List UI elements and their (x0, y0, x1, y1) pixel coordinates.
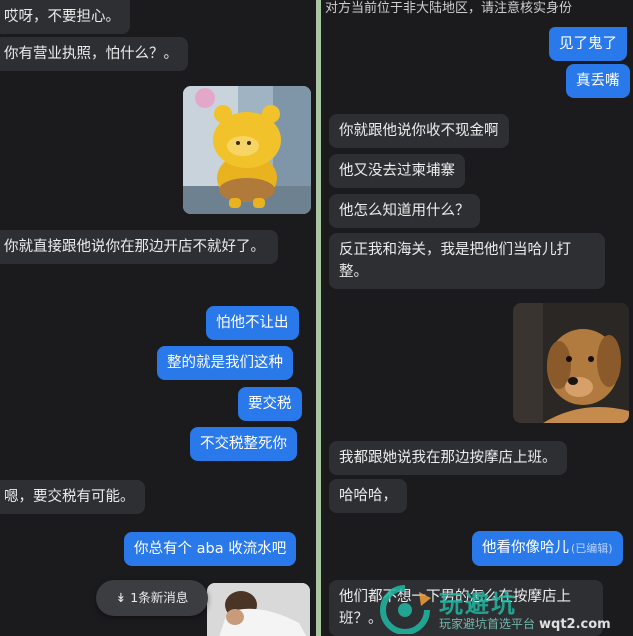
message-text: 他又没去过柬埔寨 (339, 163, 455, 179)
message-sent[interactable]: 他看你像哈儿 (已编辑) (472, 531, 623, 566)
message-text: 你就跟他说你收不现金啊 (339, 123, 499, 139)
watermark-url: wqt2.com (539, 617, 611, 632)
cartoon-bear-sticker[interactable] (183, 86, 311, 214)
new-messages-button[interactable]: ↡ 1条新消息 (96, 580, 208, 616)
message-received[interactable]: 你就直接跟他说你在那边开店不就好了。 (0, 230, 278, 264)
message-text: 哎呀，不要担心。 (4, 9, 120, 25)
message-received[interactable]: 他怎么知道用什么？ (329, 194, 480, 228)
person-illustration (207, 583, 310, 636)
message-text: 见了鬼了 (559, 36, 617, 52)
watermark-brand: 玩避坑 (439, 590, 517, 618)
site-watermark: 玩避坑 玩家避坑首选平台 wqt2.com (375, 584, 630, 634)
double-chevron-down-icon: ↡ (115, 590, 127, 605)
message-text: 嗯，要交税有可能。 (4, 489, 135, 505)
message-sent[interactable]: 整的就是我们这种 (157, 346, 293, 380)
message-received[interactable]: 哈哈哈， (329, 479, 407, 513)
message-received[interactable]: 反正我和海关，我是把他们当哈儿打整。 (329, 233, 605, 289)
dog-illustration (513, 303, 629, 423)
message-received[interactable]: 你就跟他说你收不现金啊 (329, 114, 509, 148)
message-received[interactable]: 他又没去过柬埔寨 (329, 154, 465, 188)
watermark-slogan: 玩家避坑首选平台 (439, 617, 536, 631)
message-text: 要交税 (248, 396, 292, 412)
message-received[interactable]: 我都跟她说我在那边按摩店上班。 (329, 441, 567, 475)
message-text: 你有营业执照，怕什么？。 (4, 46, 178, 62)
message-text: 你就直接跟他说你在那边开店不就好了。 (4, 239, 265, 255)
message-received[interactable]: 你有营业执照，怕什么？。 (0, 37, 188, 71)
watermark-slogan-line: 玩家避坑首选平台 wqt2.com (439, 615, 611, 632)
message-text: 反正我和海关，我是把他们当哈儿打整。 (339, 242, 571, 280)
message-text: 他怎么知道用什么？ (339, 203, 470, 219)
message-text: 哈哈哈， (339, 488, 397, 504)
message-sent[interactable]: 不交税整死你 (190, 427, 297, 461)
message-sent[interactable]: 要交税 (238, 387, 302, 421)
message-sent[interactable]: 见了鬼了 (549, 27, 627, 61)
message-sent[interactable]: 真丢嘴 (566, 64, 630, 98)
message-text: 你总有个 aba 收流水吧 (134, 541, 287, 557)
bear-illustration (183, 86, 311, 214)
left-chat-panel: 哎呀，不要担心。 你有营业执照，怕什么？。 你就直接跟他说你在那边开店不就好了。… (0, 0, 316, 636)
message-text: 他看你像哈儿 (482, 540, 569, 556)
message-sent[interactable]: 你总有个 aba 收流水吧 (124, 532, 297, 566)
edited-tag: (已编辑) (571, 542, 613, 555)
new-messages-label: 1条新消息 (130, 590, 189, 605)
message-text: 整的就是我们这种 (167, 355, 283, 371)
message-sent[interactable]: 怕他不让出 (206, 306, 299, 340)
brand-logo-icon (380, 585, 431, 634)
person-photo-sticker[interactable] (207, 583, 310, 636)
message-text: 不交税整死你 (200, 436, 287, 452)
message-received[interactable]: 嗯，要交税有可能。 (0, 480, 145, 514)
message-text: 我都跟她说我在那边按摩店上班。 (339, 450, 557, 466)
message-text: 真丢嘴 (576, 73, 620, 89)
dog-photo-sticker[interactable] (513, 303, 629, 423)
message-text: 怕他不让出 (216, 315, 289, 331)
right-chat-panel: 对方当前位于非大陆地区，请注意核实身份 见了鬼了 真丢嘴 你就跟他说你收不现金啊… (321, 0, 633, 636)
region-warning-notice: 对方当前位于非大陆地区，请注意核实身份 (325, 1, 573, 16)
message-received[interactable]: 哎呀，不要担心。 (0, 0, 130, 34)
